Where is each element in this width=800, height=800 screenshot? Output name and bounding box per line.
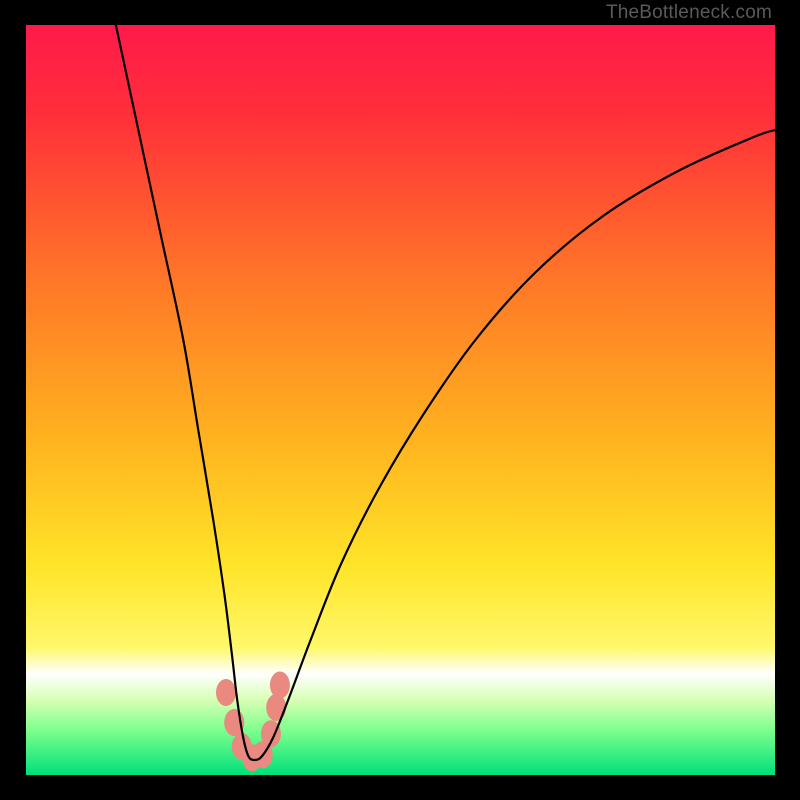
chart-container — [26, 25, 775, 775]
highlight-dot — [270, 672, 290, 699]
highlight-dot — [216, 679, 236, 706]
chart-background — [26, 25, 775, 775]
watermark-text: TheBottleneck.com — [606, 2, 772, 24]
highlight-dot — [266, 694, 286, 721]
bottleneck-chart — [26, 25, 775, 775]
